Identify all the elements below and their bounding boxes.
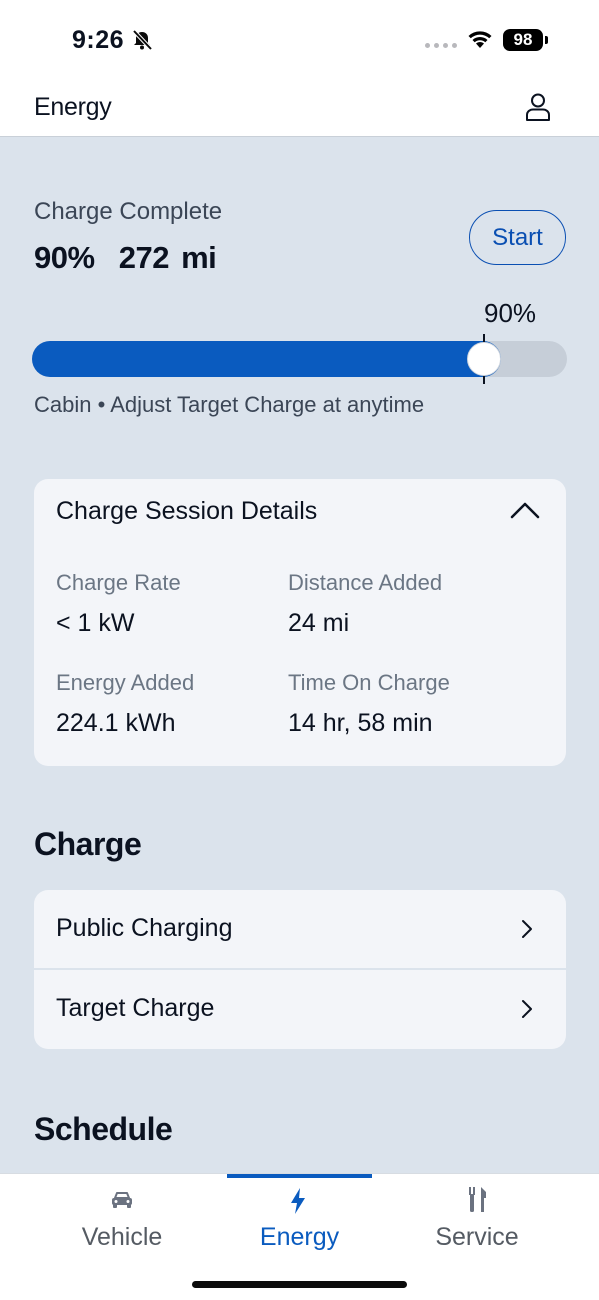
nav-tab-service[interactable]: Service (402, 1174, 552, 1264)
chevron-right-icon (522, 920, 532, 938)
list-item-target-charge[interactable]: Target Charge (34, 970, 566, 1049)
home-indicator (192, 1281, 407, 1288)
detail-value: 24 mi (288, 609, 350, 637)
app-header: Energy (0, 78, 599, 137)
list-item-public-charging[interactable]: Public Charging (34, 890, 566, 970)
tools-icon (469, 1187, 486, 1212)
start-button[interactable]: Start (469, 210, 566, 265)
section-title-charge: Charge (34, 826, 142, 862)
charge-status: Charge Complete (34, 198, 223, 225)
battery-level: 98 (513, 30, 533, 49)
detail-label: Charge Rate (56, 570, 181, 595)
charge-options-list: Public Charging Target Charge (34, 890, 566, 1049)
car-icon (112, 1192, 132, 1208)
charge-summary: 90% 272 mi (34, 240, 217, 275)
page-title: Energy (34, 93, 112, 121)
list-item-label: Public Charging (56, 914, 233, 942)
battery-icon: 98 (503, 29, 548, 51)
nav-tab-energy[interactable]: Energy (227, 1174, 372, 1264)
detail-label: Time On Charge (288, 670, 450, 695)
charge-note: Cabin • Adjust Target Charge at anytime (34, 392, 425, 417)
detail-label: Energy Added (56, 670, 195, 695)
detail-label: Distance Added (288, 570, 443, 595)
wifi-icon (468, 31, 492, 48)
signal-dots-icon (425, 43, 457, 48)
detail-value: 224.1 kWh (56, 709, 176, 737)
charge-slider-thumb[interactable] (467, 342, 501, 376)
chevron-up-icon[interactable] (509, 500, 541, 520)
status-bar: 9:26 98 (0, 0, 599, 78)
nav-label: Energy (259, 1223, 340, 1251)
card-title: Charge Session Details (56, 497, 318, 525)
nav-label: Vehicle (81, 1223, 163, 1251)
nav-label: Service (435, 1223, 519, 1251)
charge-progress-fill (32, 341, 501, 377)
active-tab-indicator (227, 1174, 372, 1178)
charge-session-card: Charge Session Details Charge Rate < 1 k… (34, 479, 566, 766)
detail-value: 14 hr, 58 min (288, 709, 433, 737)
status-time: 9:26 (72, 26, 125, 54)
bolt-icon (291, 1188, 305, 1214)
section-title-schedule: Schedule (34, 1111, 173, 1147)
charge-progress-bar[interactable] (32, 334, 567, 384)
detail-value: < 1 kW (56, 609, 135, 637)
list-item-label: Target Charge (56, 994, 215, 1022)
nav-tab-vehicle[interactable]: Vehicle (47, 1174, 197, 1264)
target-charge-label: 90% (484, 298, 537, 328)
bell-slash-icon (132, 29, 153, 51)
person-icon[interactable] (524, 92, 552, 122)
chevron-right-icon (522, 1000, 532, 1018)
